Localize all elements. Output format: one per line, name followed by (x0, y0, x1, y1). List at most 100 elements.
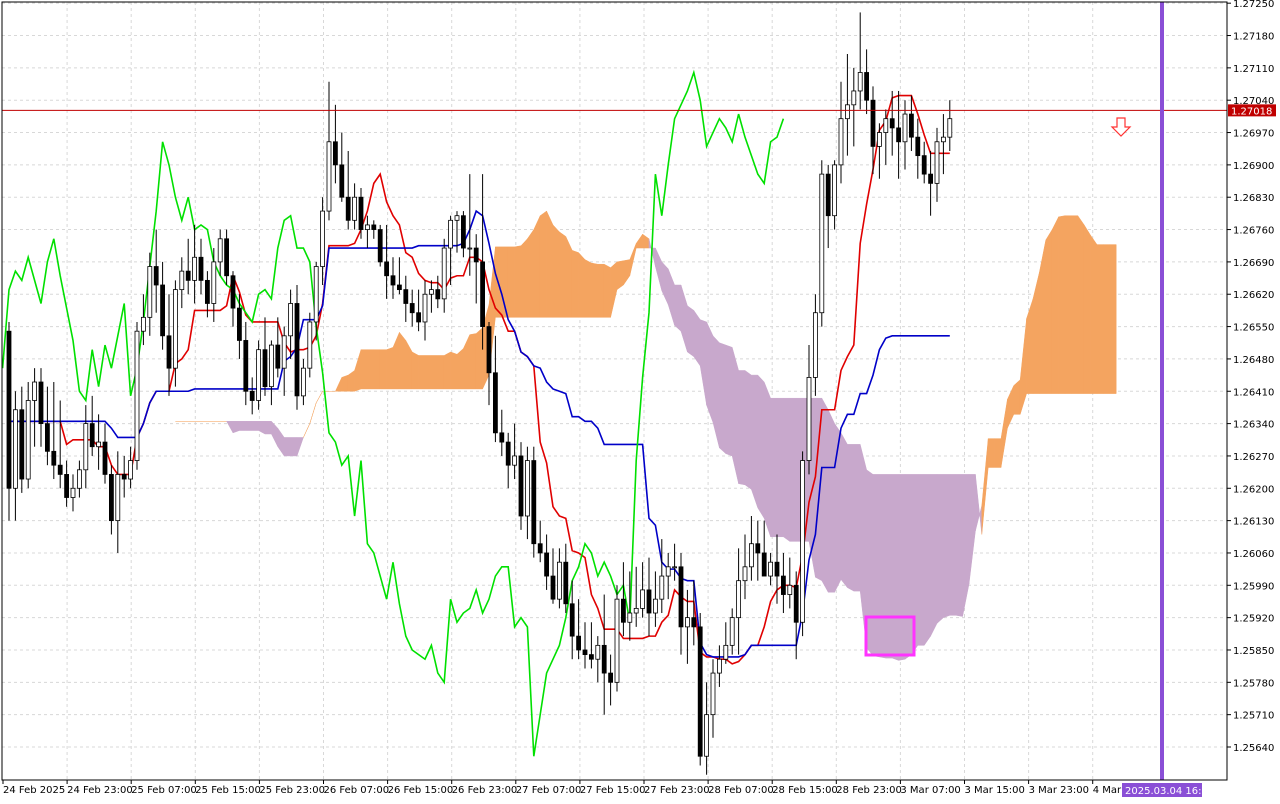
candle (377, 224, 383, 267)
candle-body-bear (621, 598, 626, 623)
candle (307, 312, 313, 378)
time-tick-label: 26 Feb 23:00 (452, 785, 518, 796)
candle-body-bear (480, 261, 486, 327)
candle-body-bear (345, 196, 351, 221)
cloud-segment (776, 397, 784, 538)
price-tick-label: 1.26340 (1233, 420, 1274, 431)
candle-body-bear (109, 474, 114, 522)
candle-body-bear (569, 603, 575, 637)
price-tick-label: 1.26620 (1233, 290, 1274, 301)
candle-body-bear (518, 455, 524, 517)
price-tick-label: 1.26690 (1233, 258, 1274, 269)
candle (800, 451, 805, 637)
cloud-segment (290, 437, 298, 457)
candle-body-bull (96, 441, 101, 448)
cloud-segment (827, 409, 835, 593)
cloud-segment (885, 474, 893, 659)
cloud-segment (783, 397, 791, 542)
cloud-segment (533, 215, 541, 318)
candle-body-bull (454, 215, 460, 221)
candle-body-bull (813, 312, 818, 378)
candle-body-bull (307, 321, 313, 369)
chart-canvas[interactable]: 1.272501.271801.271101.270401.269701.269… (0, 0, 1280, 800)
cloud-segment (565, 236, 573, 318)
candle-body-bull (941, 136, 946, 143)
candle-body-bear (294, 303, 300, 397)
price-tick-label: 1.25780 (1233, 678, 1274, 689)
candle-body-bull (633, 608, 639, 614)
candle-body-bear (825, 173, 831, 217)
ichimoku-chart[interactable]: 1.27250 1.27180 1.27110 1.27040 1.26970 1.269… (0, 0, 1280, 800)
cloud-segment (738, 370, 746, 486)
candle-body-bear (409, 303, 415, 314)
candle-body-bear (537, 543, 543, 554)
candle-body-bull (659, 575, 665, 600)
candle-body-bear (204, 279, 210, 304)
candle-body-bull (806, 376, 812, 461)
candle-body-bull (288, 303, 294, 337)
cloud-segment (399, 331, 407, 390)
candle-body-bull (32, 381, 37, 401)
cloud-segment (706, 321, 714, 423)
cloud-segment (853, 444, 861, 592)
cloud-segment (674, 284, 682, 332)
candle-body-bull (934, 141, 940, 184)
time-tick-label: 24 Feb 2025 (3, 785, 65, 796)
cloud-segment (283, 437, 291, 457)
candle-body-bull (140, 316, 146, 332)
cloud-segment (597, 263, 605, 318)
cloud-segment (719, 342, 727, 455)
time-tick-label: 3 Mar 15:00 (965, 785, 1025, 796)
price-tick-label: 1.27110 (1233, 64, 1274, 75)
candle-body-bull (723, 644, 729, 660)
candle-body-bull (557, 561, 562, 600)
candle-body-bull (787, 584, 793, 595)
candle-body-bear (928, 173, 933, 184)
candle-body-bear (460, 215, 466, 249)
time-tick-label: 26 Feb 15:00 (388, 785, 454, 796)
candle-body-bear (6, 330, 12, 489)
candle-body-bull (179, 270, 185, 291)
candle-body-bull (448, 219, 454, 249)
price-tick-label: 1.25990 (1233, 581, 1274, 592)
candle-body-bull (300, 367, 306, 397)
cloud-segment (245, 421, 253, 431)
candle-body-bull (428, 289, 434, 295)
candle (614, 585, 620, 692)
current-price-label: 1.27018 (1231, 106, 1272, 117)
cloud-segment (1109, 244, 1117, 394)
cloud-segment (1058, 215, 1066, 394)
candle-body-bull (877, 132, 882, 147)
time-tick-label: 24 Feb 23:00 (67, 785, 133, 796)
candle-body-bull (256, 349, 262, 401)
candle-body-bear (236, 307, 242, 341)
cloud-segment (879, 474, 887, 659)
candle-body-bull (320, 210, 326, 267)
candle-body-bull (729, 617, 735, 646)
candle-body-bear (358, 196, 364, 230)
candle-body-bull (441, 247, 447, 300)
candle (819, 160, 825, 327)
candle-body-bull (364, 224, 370, 230)
time-tick-label: 28 Feb 15:00 (772, 785, 838, 796)
cloud-segment (431, 355, 439, 390)
price-tick-label: 1.26830 (1233, 193, 1274, 204)
price-tick-label: 1.26200 (1233, 484, 1274, 495)
cloud-segment (584, 259, 592, 318)
candle-body-bear (576, 635, 581, 651)
cloud-segment (527, 228, 535, 318)
candle-body-bull (704, 714, 709, 757)
candle-body-bear (761, 552, 767, 577)
candle (531, 446, 537, 558)
candle-body-bear (550, 575, 556, 600)
candle-body-bull (672, 566, 677, 569)
candle-body-bull (172, 289, 178, 369)
cloud-segment (264, 421, 272, 435)
cloud-segment (744, 369, 752, 490)
candle-body-bull (819, 173, 825, 314)
candle-body-bull (749, 543, 754, 568)
cloud-segment (751, 374, 759, 508)
cloud-segment (821, 397, 829, 594)
candle-body-bear (781, 575, 786, 595)
candle-body-bear (89, 423, 95, 448)
